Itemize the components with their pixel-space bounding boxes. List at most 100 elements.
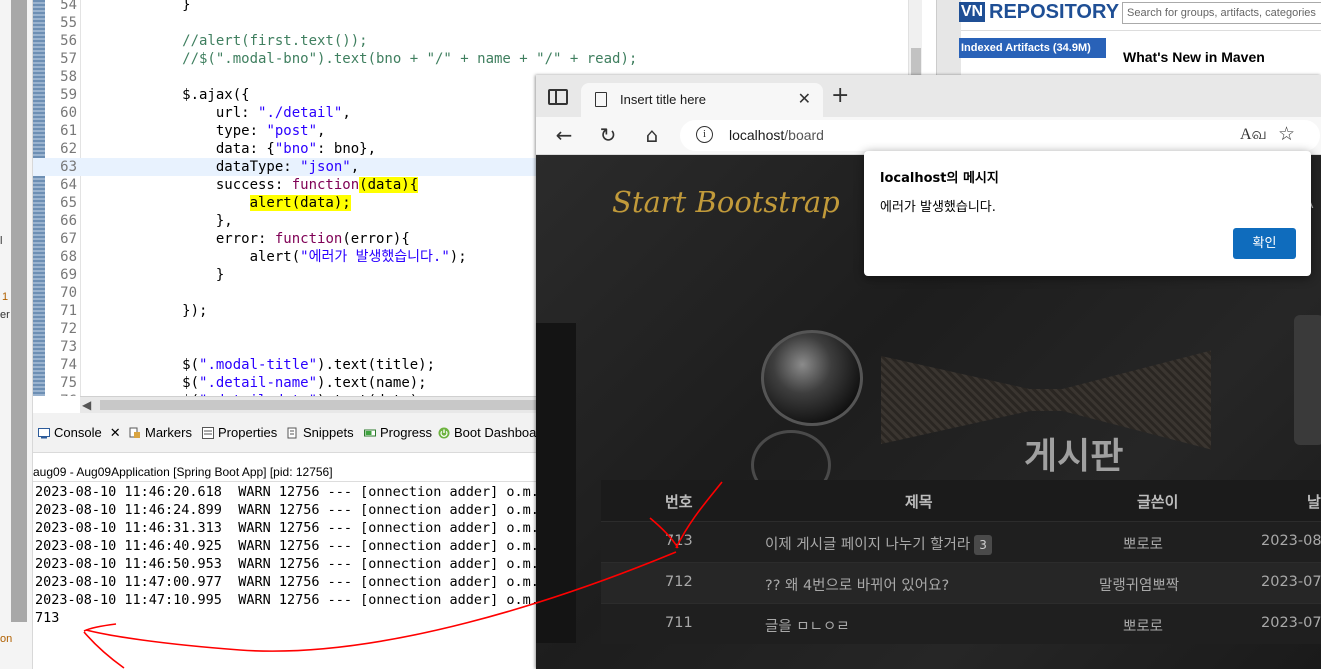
row-number: 712: [665, 574, 693, 590]
row-title-link[interactable]: ?? 왜 4번으로 바뀌어 있어요?: [765, 574, 949, 595]
code-text: type: "post",: [81, 123, 326, 139]
home-icon[interactable]: ⌂: [640, 123, 664, 147]
row-writer: 뽀로로: [1123, 619, 1164, 635]
column-header-title: 제목: [905, 493, 933, 511]
log-line: 2023-08-10 11:46:24.899 WARN 12756 --- […: [35, 502, 548, 518]
address-url[interactable]: localhost/board: [729, 127, 824, 143]
log-line: 2023-08-10 11:46:40.925 WARN 12756 --- […: [35, 538, 548, 554]
site-brand[interactable]: Start Bootstrap: [612, 185, 840, 219]
favorite-star-icon[interactable]: ☆: [1278, 123, 1295, 145]
left-panel-sliver: l 1 er on: [0, 0, 33, 669]
close-icon[interactable]: ✕: [798, 89, 811, 109]
line-number: 66: [60, 213, 77, 229]
tab-boot-dashboard-label: Boot Dashboar: [454, 425, 541, 440]
log-line: 2023-08-10 11:46:20.618 WARN 12756 --- […: [35, 484, 548, 500]
line-number: 73: [60, 339, 77, 355]
tab-properties[interactable]: Properties: [202, 423, 277, 443]
line-number: 63: [60, 159, 77, 175]
line-number: 61: [60, 123, 77, 139]
browser-tab[interactable]: Insert title here ✕: [581, 83, 823, 117]
line-number: 68: [60, 249, 77, 265]
editor-hscroll-thumb[interactable]: [100, 400, 536, 410]
code-line[interactable]: 55: [33, 14, 908, 32]
line-number: 67: [60, 231, 77, 247]
indexed-artifacts-link[interactable]: Indexed Artifacts (34.9M): [959, 38, 1106, 58]
editor-horizontal-scrollbar[interactable]: ◀: [80, 396, 536, 413]
page-icon: [595, 92, 607, 107]
tab-snippets-label: Snippets: [303, 425, 354, 440]
read-aloud-icon[interactable]: Aவ: [1240, 125, 1267, 145]
left-panel-scrollbar[interactable]: [11, 0, 27, 622]
code-text: $(".modal-title").text(title);: [81, 357, 436, 373]
console-panel: Console ✕ Markers Properties Snippets Pr…: [33, 413, 547, 669]
code-line[interactable]: 57 //$(".modal-bno").text(bno + "/" + na…: [33, 50, 908, 68]
line-number: 59: [60, 87, 77, 103]
tab-boot-dashboard[interactable]: Boot Dashboar: [438, 423, 541, 443]
tab-markers[interactable]: Markers: [129, 423, 192, 443]
table-row[interactable]: 711 글을 ㅁㄴㅇㄹ 뽀로로 2023-07: [601, 603, 1321, 644]
dialog-message: 에러가 발생했습니다.: [880, 200, 996, 215]
back-arrow-icon[interactable]: ←: [552, 123, 576, 147]
scroll-left-icon[interactable]: ◀: [82, 397, 91, 413]
code-text: $(".detail-name").text(name);: [81, 375, 427, 391]
line-number: 65: [60, 195, 77, 211]
properties-icon: [202, 427, 214, 439]
tab-markers-label: Markers: [145, 425, 192, 440]
info-icon[interactable]: i: [696, 126, 713, 143]
column-header-writer: 글쓴이: [1137, 493, 1179, 511]
row-date: 2023-07: [1261, 615, 1321, 631]
line-number: 56: [60, 33, 77, 49]
console-tab-bar: Console ✕ Markers Properties Snippets Pr…: [33, 413, 541, 453]
divider: [961, 30, 1321, 31]
tab-actions-icon[interactable]: [548, 89, 568, 105]
log-line: 2023-08-10 11:46:31.313 WARN 12756 --- […: [35, 520, 548, 536]
line-number: 76: [47, 392, 77, 396]
new-tab-icon[interactable]: +: [831, 85, 849, 107]
code-text: success: function(data){: [81, 177, 419, 193]
table-row[interactable]: 713 이제 게시글 페이지 나누기 할거라 3 뽀로로 2023-08: [601, 521, 1321, 562]
address-bar[interactable]: i localhost/board Aவ ☆: [680, 120, 1320, 151]
code-text: dataType: "json",: [81, 159, 360, 175]
code-text: url: "./detail",: [81, 105, 351, 121]
row-title-link[interactable]: 글을 ㅁㄴㅇㄹ: [765, 615, 850, 636]
left-text-fragment: on: [0, 633, 13, 645]
line-number: 60: [60, 105, 77, 121]
line-number: 74: [60, 357, 77, 373]
tab-progress[interactable]: Progress: [364, 423, 432, 443]
tab-snippets[interactable]: Snippets: [287, 423, 354, 443]
log-line: 2023-08-10 11:47:10.995 WARN 12756 --- […: [35, 592, 548, 608]
mvn-logo[interactable]: VN: [959, 2, 985, 22]
code-text: alert("에러가 발생했습니다.");: [81, 249, 467, 265]
browser-tab-title: Insert title here: [620, 92, 706, 107]
row-writer: 뽀로로: [1123, 537, 1164, 553]
refresh-icon[interactable]: ↻: [596, 123, 620, 147]
code-text: error: function(error){: [81, 231, 410, 247]
left-text-fragment: er: [0, 309, 10, 321]
row-title-link[interactable]: 이제 게시글 페이지 나누기 할거라 3: [765, 533, 992, 555]
hero-image-fragment: [1294, 315, 1321, 445]
browser-toolbar: ← ↻ ⌂ i localhost/board Aவ ☆: [536, 117, 1321, 155]
code-text: $.ajax({: [81, 87, 250, 103]
code-line[interactable]: 56 //alert(first.text());: [33, 32, 908, 50]
page-title: 게시판: [1024, 436, 1124, 477]
line-number: 58: [60, 69, 77, 85]
console-process-title: aug09 - Aug09Application [Spring Boot Ap…: [33, 465, 333, 479]
tab-console-label: Console: [54, 425, 102, 440]
code-text: //alert(first.text());: [81, 33, 368, 49]
table-row[interactable]: 712 ?? 왜 4번으로 바뀌어 있어요? 말랭귀염뽀짝 2023-07: [601, 562, 1321, 603]
table-header: 번호 제목 글쓴이 날: [601, 480, 1321, 521]
mvn-search-input[interactable]: Search for groups, artifacts, categories: [1122, 2, 1321, 24]
close-icon[interactable]: ✕: [110, 424, 121, 442]
ok-button[interactable]: 확인: [1233, 228, 1296, 259]
mvn-logo-text[interactable]: REPOSITORY: [989, 0, 1119, 24]
tab-console[interactable]: Console ✕: [38, 423, 121, 443]
url-path: /board: [784, 127, 824, 143]
code-line[interactable]: 54 }: [33, 0, 908, 14]
row-writer: 말랭귀염뽀짝: [1099, 578, 1180, 594]
line-number: 64: [60, 177, 77, 193]
console-icon: [38, 428, 50, 439]
tab-progress-label: Progress: [380, 425, 433, 440]
dialog-title: localhost의 메시지: [880, 171, 999, 186]
code-text: },: [81, 213, 233, 229]
tab-properties-label: Properties: [218, 425, 278, 440]
